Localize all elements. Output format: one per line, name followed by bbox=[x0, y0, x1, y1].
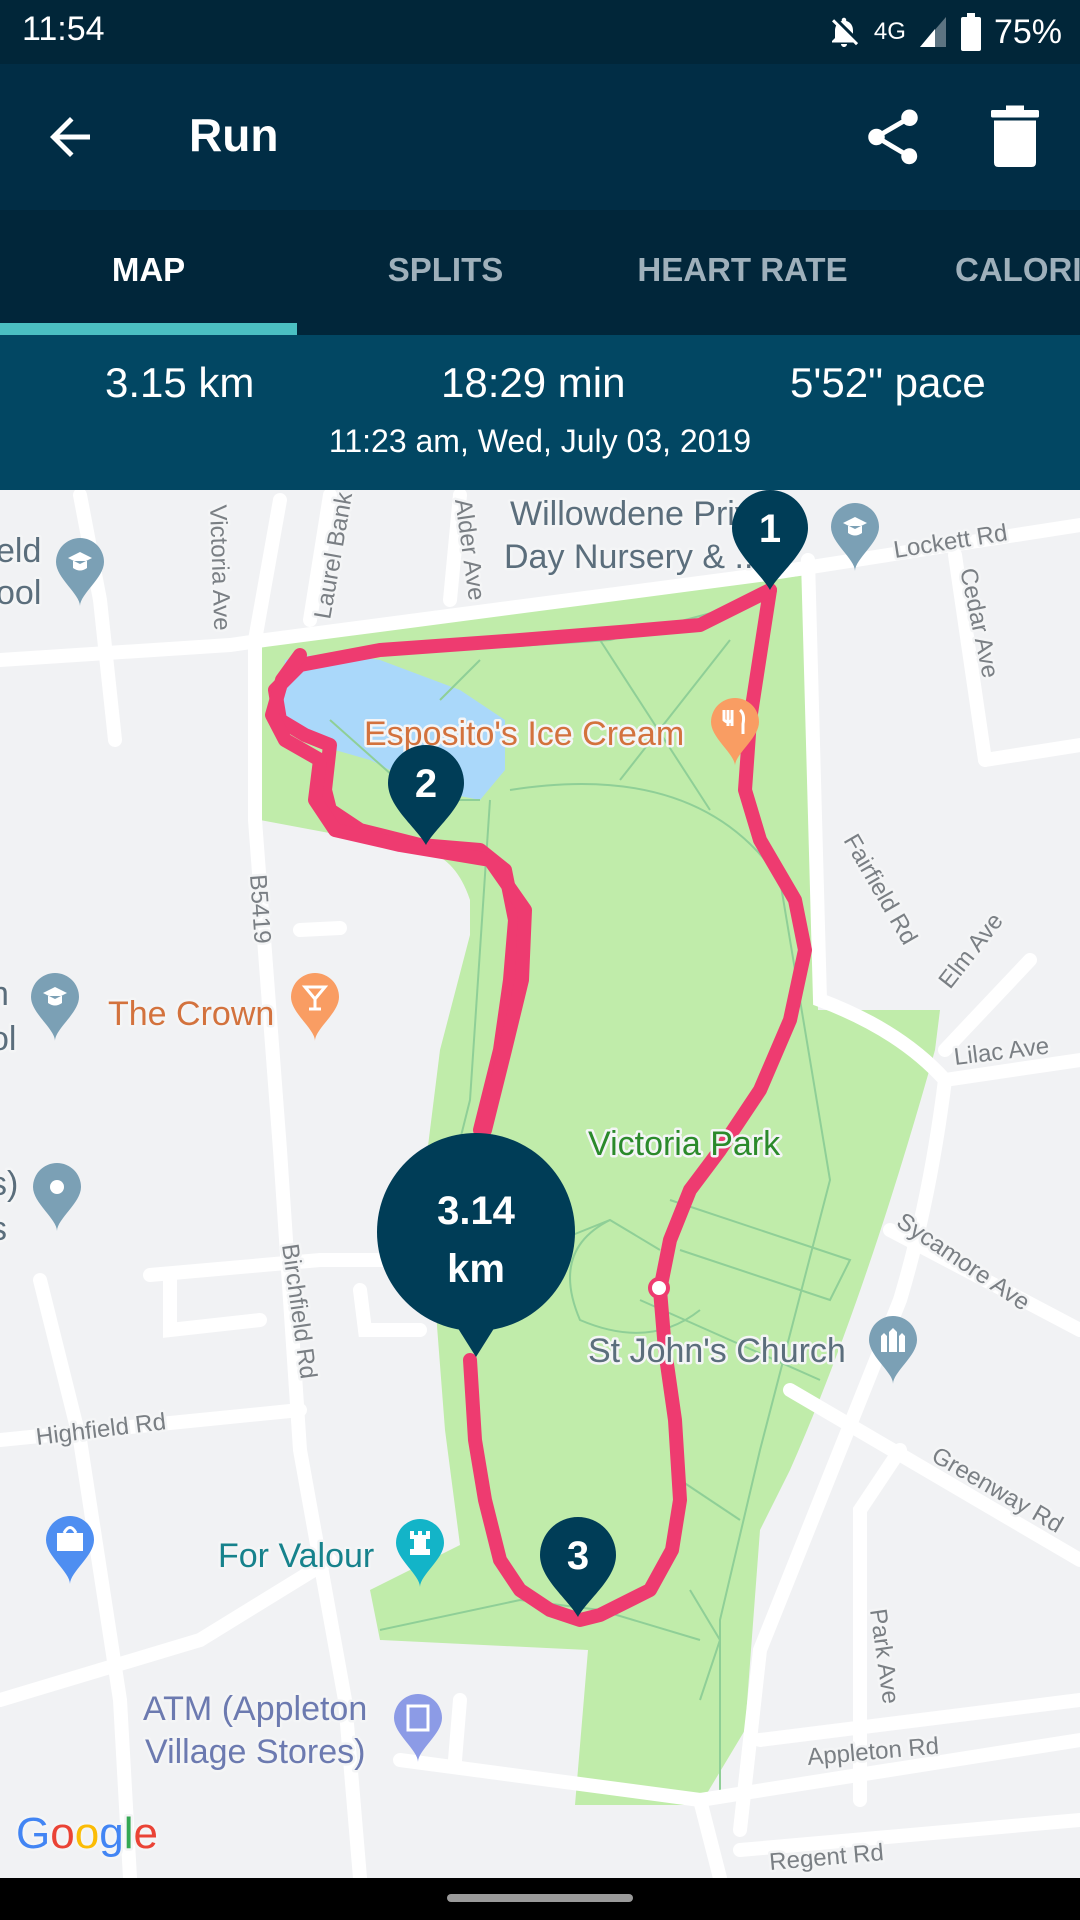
tab-calories[interactable]: CALORIES bbox=[891, 210, 1080, 335]
atm-pin-icon bbox=[394, 1694, 442, 1762]
battery-icon bbox=[960, 13, 981, 51]
km-marker-label: 1 bbox=[759, 507, 781, 551]
street-label: Elm Ave bbox=[933, 908, 1008, 994]
poi-label-willowdene-2[interactable]: Day Nursery & ... bbox=[502, 536, 766, 579]
park-label-victoria-park[interactable]: Victoria Park bbox=[586, 1123, 784, 1166]
network-type: 4G bbox=[873, 18, 906, 45]
poi-label-place-west-2[interactable]: s bbox=[0, 1208, 10, 1251]
pace-value: 5'52" pace bbox=[790, 359, 986, 406]
page-title: Run bbox=[189, 109, 279, 161]
google-logo: Google bbox=[14, 1807, 161, 1861]
trash-icon bbox=[991, 105, 1039, 167]
poi-label-atm-2[interactable]: Village Stores) bbox=[143, 1731, 369, 1774]
back-button[interactable] bbox=[40, 107, 100, 167]
street-label: B5419 bbox=[244, 874, 276, 945]
street-label: Victoria Ave bbox=[204, 504, 235, 631]
poi-label-atm[interactable]: ATM (Appleton bbox=[141, 1688, 370, 1731]
poi-label-school-left[interactable]: eld bbox=[0, 530, 44, 573]
signal-icon bbox=[919, 17, 946, 47]
route-current-point bbox=[648, 1277, 670, 1299]
poi-label-school-left-2[interactable]: ool bbox=[0, 572, 44, 615]
poi-label-school-west-2[interactable]: ol bbox=[0, 1018, 19, 1061]
poi-label-church[interactable]: St John's Church bbox=[586, 1330, 849, 1373]
current-distance-unit: km bbox=[447, 1247, 505, 1291]
tab-heart-rate[interactable]: HEART RATE bbox=[594, 210, 891, 335]
status-bar: 11:54 4G 75% bbox=[0, 0, 1080, 64]
poi-label-for-valour[interactable]: For Valour bbox=[216, 1535, 377, 1578]
home-gesture-handle[interactable] bbox=[447, 1894, 633, 1902]
current-distance-value: 3.14 bbox=[437, 1189, 516, 1233]
delete-button[interactable] bbox=[985, 104, 1045, 170]
shopping-pin-icon bbox=[46, 1516, 94, 1584]
svg-text:Google: Google bbox=[16, 1809, 158, 1858]
street-label: Highfield Rd bbox=[34, 1408, 167, 1451]
poi-label-school-west[interactable]: n bbox=[0, 973, 11, 1016]
poi-label-ice-cream[interactable]: Esposito's Ice Cream bbox=[362, 713, 687, 756]
school-pin-icon bbox=[31, 973, 79, 1041]
run-summary: 3.15 km 18:29 min 5'52" pace 11:23 am, W… bbox=[0, 335, 1080, 490]
km-marker-label: 2 bbox=[415, 762, 437, 806]
place-pin-icon bbox=[33, 1163, 81, 1231]
notifications-off-icon bbox=[831, 17, 859, 47]
tab-indicator bbox=[0, 323, 297, 335]
share-icon bbox=[868, 109, 918, 165]
tab-map[interactable]: MAP bbox=[0, 210, 297, 335]
system-nav-bar bbox=[0, 1878, 1080, 1920]
share-button[interactable] bbox=[860, 104, 926, 170]
street-label: Fairfield Rd bbox=[838, 830, 923, 950]
map-canvas: Willowdene Private Day Nursery & ... eld… bbox=[0, 490, 1080, 1878]
status-time: 11:54 bbox=[22, 10, 105, 48]
tab-bar: MAP SPLITS HEART RATE CALORIES bbox=[0, 210, 1080, 335]
bar-pin-icon bbox=[291, 973, 339, 1041]
run-datetime: 11:23 am, Wed, July 03, 2019 bbox=[328, 423, 752, 459]
battery-level: 75% bbox=[993, 12, 1062, 51]
route-map[interactable]: Willowdene Private Day Nursery & ... eld… bbox=[0, 490, 1080, 1878]
status-icons: 4G 75% bbox=[826, 8, 1062, 56]
street-label: Park Ave bbox=[864, 1607, 904, 1705]
app-bar: Run bbox=[0, 64, 1080, 210]
poi-label-place-west[interactable]: s) bbox=[0, 1163, 21, 1206]
arrow-back-icon bbox=[50, 117, 90, 157]
duration-value: 18:29 min bbox=[441, 359, 626, 406]
poi-label-the-crown[interactable]: The Crown bbox=[106, 993, 277, 1036]
km-marker-label: 3 bbox=[567, 1534, 589, 1578]
distance-value: 3.15 km bbox=[105, 359, 255, 406]
tab-splits[interactable]: SPLITS bbox=[297, 210, 594, 335]
